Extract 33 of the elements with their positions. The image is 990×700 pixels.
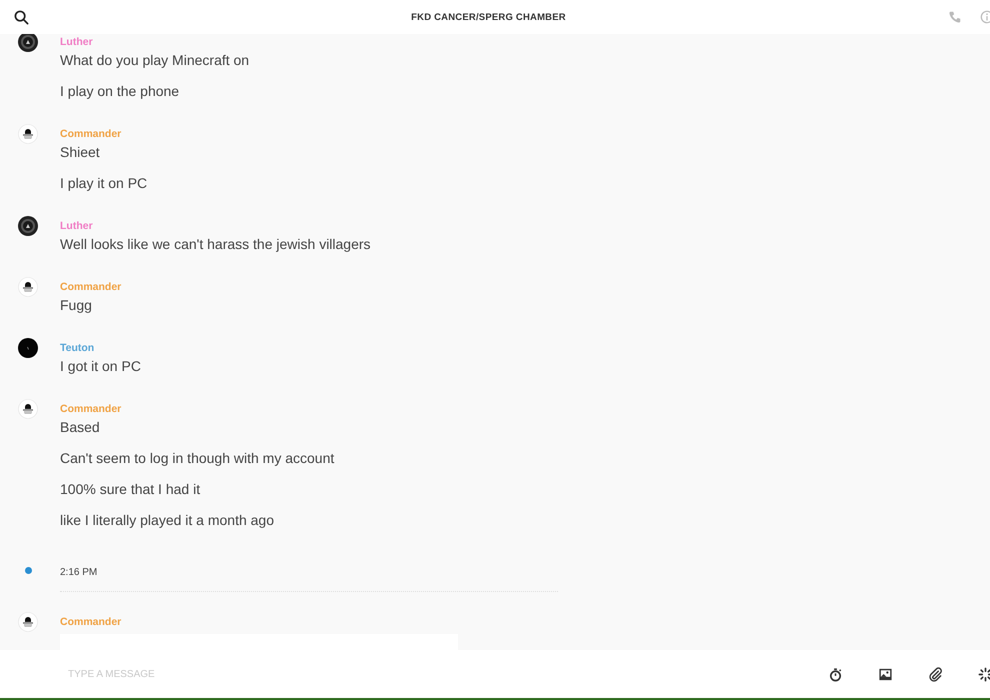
message-text: like I literally played it a month ago — [60, 511, 274, 530]
avatar-icon — [18, 399, 38, 419]
author-name: Luther — [60, 35, 93, 50]
avatar-icon — [18, 612, 38, 632]
timestamp: 2:16 PM — [60, 567, 98, 578]
avatar-icon — [18, 216, 38, 236]
chat-title: FKD CANCER/SPERG CHAMBER — [410, 12, 567, 22]
message-text: Based — [60, 418, 100, 437]
unread-dot — [24, 566, 32, 574]
message-text: Well looks like we can't harass the jewish villagers — [60, 235, 371, 254]
message-text: Shieet — [60, 143, 100, 162]
author-name: Commander — [60, 127, 122, 142]
stopwatch-icon[interactable] — [828, 666, 843, 682]
author-name: Commander — [60, 280, 122, 295]
message-text: Can't seem to log in though with my account — [60, 449, 334, 468]
message-text: What do you play Minecraft on — [60, 51, 250, 70]
avatar-icon — [18, 277, 38, 297]
author-name: Commander — [60, 615, 122, 630]
message-text: I play on the phone — [60, 82, 180, 101]
author-name: Luther — [60, 219, 93, 234]
paperclip-icon[interactable] — [928, 666, 943, 682]
message-text: I got it on PC — [60, 357, 141, 376]
message-text: Fugg — [60, 296, 92, 315]
message-text: I play it on PC — [60, 174, 148, 193]
message-text: 100% sure that I had it — [60, 480, 200, 499]
sparkle-icon[interactable] — [978, 666, 990, 682]
search-icon[interactable] — [14, 10, 29, 24]
author-name: Commander — [60, 402, 122, 417]
image-icon[interactable] — [878, 666, 893, 682]
avatar-icon — [18, 34, 38, 52]
avatar-icon — [18, 124, 38, 144]
avatar-icon — [18, 338, 38, 358]
author-name: Teuton — [60, 341, 94, 356]
